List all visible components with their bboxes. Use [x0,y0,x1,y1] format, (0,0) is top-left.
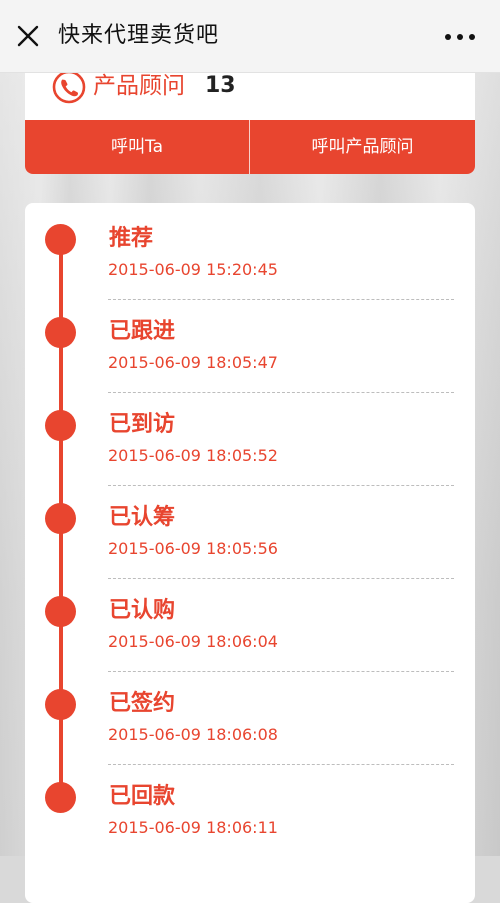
timeline-dot [45,503,76,534]
timeline-status: 已认筹 [109,505,176,530]
timeline-dot [45,224,76,255]
navbar: 快来代理卖货吧 [0,0,500,73]
timeline-dot [45,317,76,348]
timeline-time: 2015-06-09 15:20:45 [108,260,278,279]
timeline-time: 2015-06-09 18:06:04 [108,632,278,651]
phone-number-mask [239,72,375,98]
timeline-item: 已认购 2015-06-09 18:06:04 [25,575,475,672]
timeline-status: 已签约 [109,691,176,716]
timeline-item: 已签约 2015-06-09 18:06:08 [25,668,475,765]
timeline-status: 已认购 [109,598,176,623]
timeline-item: 已回款 2015-06-09 18:06:11 [25,761,475,854]
call-button-bar: 呼叫Ta 呼叫产品顾问 [25,120,475,174]
consultant-label: 产品顾问 [93,73,185,99]
more-icon[interactable] [442,22,478,50]
progress-timeline: 推荐 2015-06-09 15:20:45 已跟进 2015-06-09 18… [25,203,475,903]
consultant-row: 产品顾问 13 [25,72,475,120]
timeline-time: 2015-06-09 18:05:56 [108,539,278,558]
timeline-dot [45,782,76,813]
timeline-dot [45,596,76,627]
timeline-time: 2015-06-09 18:05:52 [108,446,278,465]
consultant-phone-number: 13 [205,73,236,98]
timeline-dot [45,410,76,441]
timeline-time: 2015-06-09 18:06:08 [108,725,278,744]
call-ta-button[interactable]: 呼叫Ta [25,120,249,174]
page-title: 快来代理卖货吧 [58,23,220,48]
timeline-status: 已回款 [109,784,176,809]
timeline-item: 推荐 2015-06-09 15:20:45 [25,203,475,300]
timeline-dot [45,689,76,720]
timeline-item: 已认筹 2015-06-09 18:05:56 [25,482,475,579]
close-icon[interactable] [14,22,42,50]
call-consultant-button[interactable]: 呼叫产品顾问 [250,120,475,174]
consultant-card: 产品顾问 13 呼叫Ta 呼叫产品顾问 [25,72,475,174]
timeline-time: 2015-06-09 18:06:11 [108,818,278,837]
timeline-status: 已到访 [109,412,176,437]
timeline-time: 2015-06-09 18:05:47 [108,353,278,372]
phone-icon [51,72,87,108]
timeline-status: 已跟进 [109,319,176,344]
timeline-status: 推荐 [109,226,154,251]
timeline-item: 已跟进 2015-06-09 18:05:47 [25,296,475,393]
timeline-item: 已到访 2015-06-09 18:05:52 [25,389,475,486]
